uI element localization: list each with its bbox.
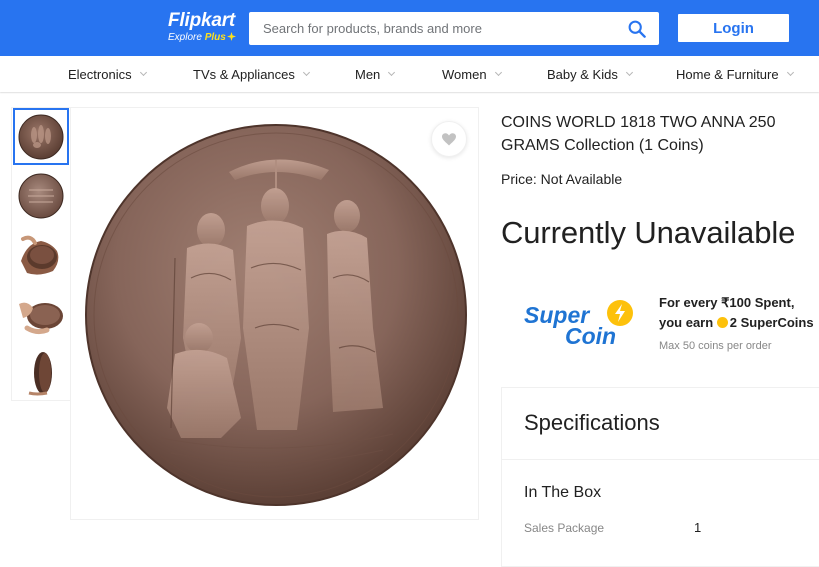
- plus-star-icon: [226, 32, 236, 41]
- heart-icon: [442, 132, 456, 145]
- supercoin-offer-line1: For every ₹100 Spent,: [659, 295, 795, 310]
- logo-wordmark: Flipkart: [168, 10, 236, 31]
- category-baby-kids[interactable]: Baby & Kids: [547, 56, 633, 92]
- search-input[interactable]: [249, 12, 609, 45]
- supercoin-logo: Super Coin: [521, 298, 641, 350]
- spec-section-title: In The Box: [524, 484, 602, 501]
- category-label: Home & Furniture: [676, 66, 779, 82]
- chevron-down-icon: [625, 68, 633, 76]
- chevron-down-icon: [388, 68, 396, 76]
- category-label: TVs & Appliances: [193, 66, 295, 82]
- logo-tagline-plus: Plus: [204, 32, 226, 43]
- login-button[interactable]: Login: [678, 14, 789, 42]
- supercoin-offer-count: 2 SuperCoins: [729, 315, 814, 330]
- header-bar: Flipkart Explore Plus Login: [0, 0, 819, 56]
- spec-value-sales-package: 1: [694, 520, 702, 535]
- flipkart-logo[interactable]: Flipkart Explore Plus: [168, 10, 240, 44]
- search-icon: [628, 20, 646, 38]
- category-label: Baby & Kids: [547, 66, 618, 82]
- thumbnail-strip: [11, 107, 71, 401]
- product-image[interactable]: [70, 107, 479, 520]
- product-price: Price: Not Available: [501, 171, 623, 187]
- category-men[interactable]: Men: [355, 56, 396, 92]
- logo-tagline-prefix: Explore: [168, 32, 205, 43]
- supercoin-logo-line2: Coin: [565, 323, 617, 349]
- search-box: [249, 12, 659, 45]
- divider: [502, 459, 819, 460]
- logo-tagline: Explore Plus: [168, 32, 236, 43]
- category-electronics[interactable]: Electronics: [68, 56, 147, 92]
- coin-in-hand-thumb: [21, 235, 59, 275]
- supercoin-icon: [716, 317, 728, 328]
- thumbnail-coin-edge[interactable]: [13, 344, 69, 401]
- search-button[interactable]: [615, 12, 659, 45]
- thumbnail-coin-back[interactable]: [13, 167, 69, 224]
- thumbnail-coin-front[interactable]: [13, 108, 69, 165]
- category-women[interactable]: Women: [442, 56, 502, 92]
- coin-image: [85, 124, 467, 506]
- category-label: Electronics: [68, 66, 132, 82]
- spec-label-sales-package: Sales Package: [524, 521, 605, 535]
- supercoin-offer: For every ₹100 Spent, you earn 2 SuperCo…: [659, 293, 814, 333]
- thumbnail-coin-in-hand[interactable]: [13, 226, 69, 283]
- coin-back-thumb: [18, 173, 64, 218]
- coin-held-thumb: [19, 302, 63, 334]
- supercoin-max-note: Max 50 coins per order: [659, 340, 772, 352]
- thumbnail-coin-held[interactable]: [13, 285, 69, 342]
- category-label: Women: [442, 66, 487, 82]
- product-title: COINS WORLD 1818 TWO ANNA 250 GRAMS Coll…: [501, 114, 776, 154]
- category-home-furniture[interactable]: Home & Furniture: [676, 56, 794, 92]
- coin-front-thumb: [18, 114, 64, 159]
- availability-status: Currently Unavailable: [501, 215, 796, 250]
- chevron-down-icon: [302, 68, 310, 76]
- category-tvs-appliances[interactable]: TVs & Appliances: [193, 56, 310, 92]
- chevron-down-icon: [494, 68, 502, 76]
- category-nav: Electronics TVs & Appliances Men Women B…: [0, 56, 819, 92]
- chevron-down-icon: [786, 68, 794, 76]
- specifications-heading: Specifications: [524, 410, 660, 435]
- supercoin-offer-prefix: you earn: [659, 315, 717, 330]
- supercoin-offer-line2: you earn 2 SuperCoins: [659, 313, 814, 333]
- category-label: Men: [355, 66, 381, 82]
- wishlist-button[interactable]: [431, 121, 467, 157]
- coin-edge-thumb: [28, 351, 52, 395]
- chevron-down-icon: [139, 68, 147, 76]
